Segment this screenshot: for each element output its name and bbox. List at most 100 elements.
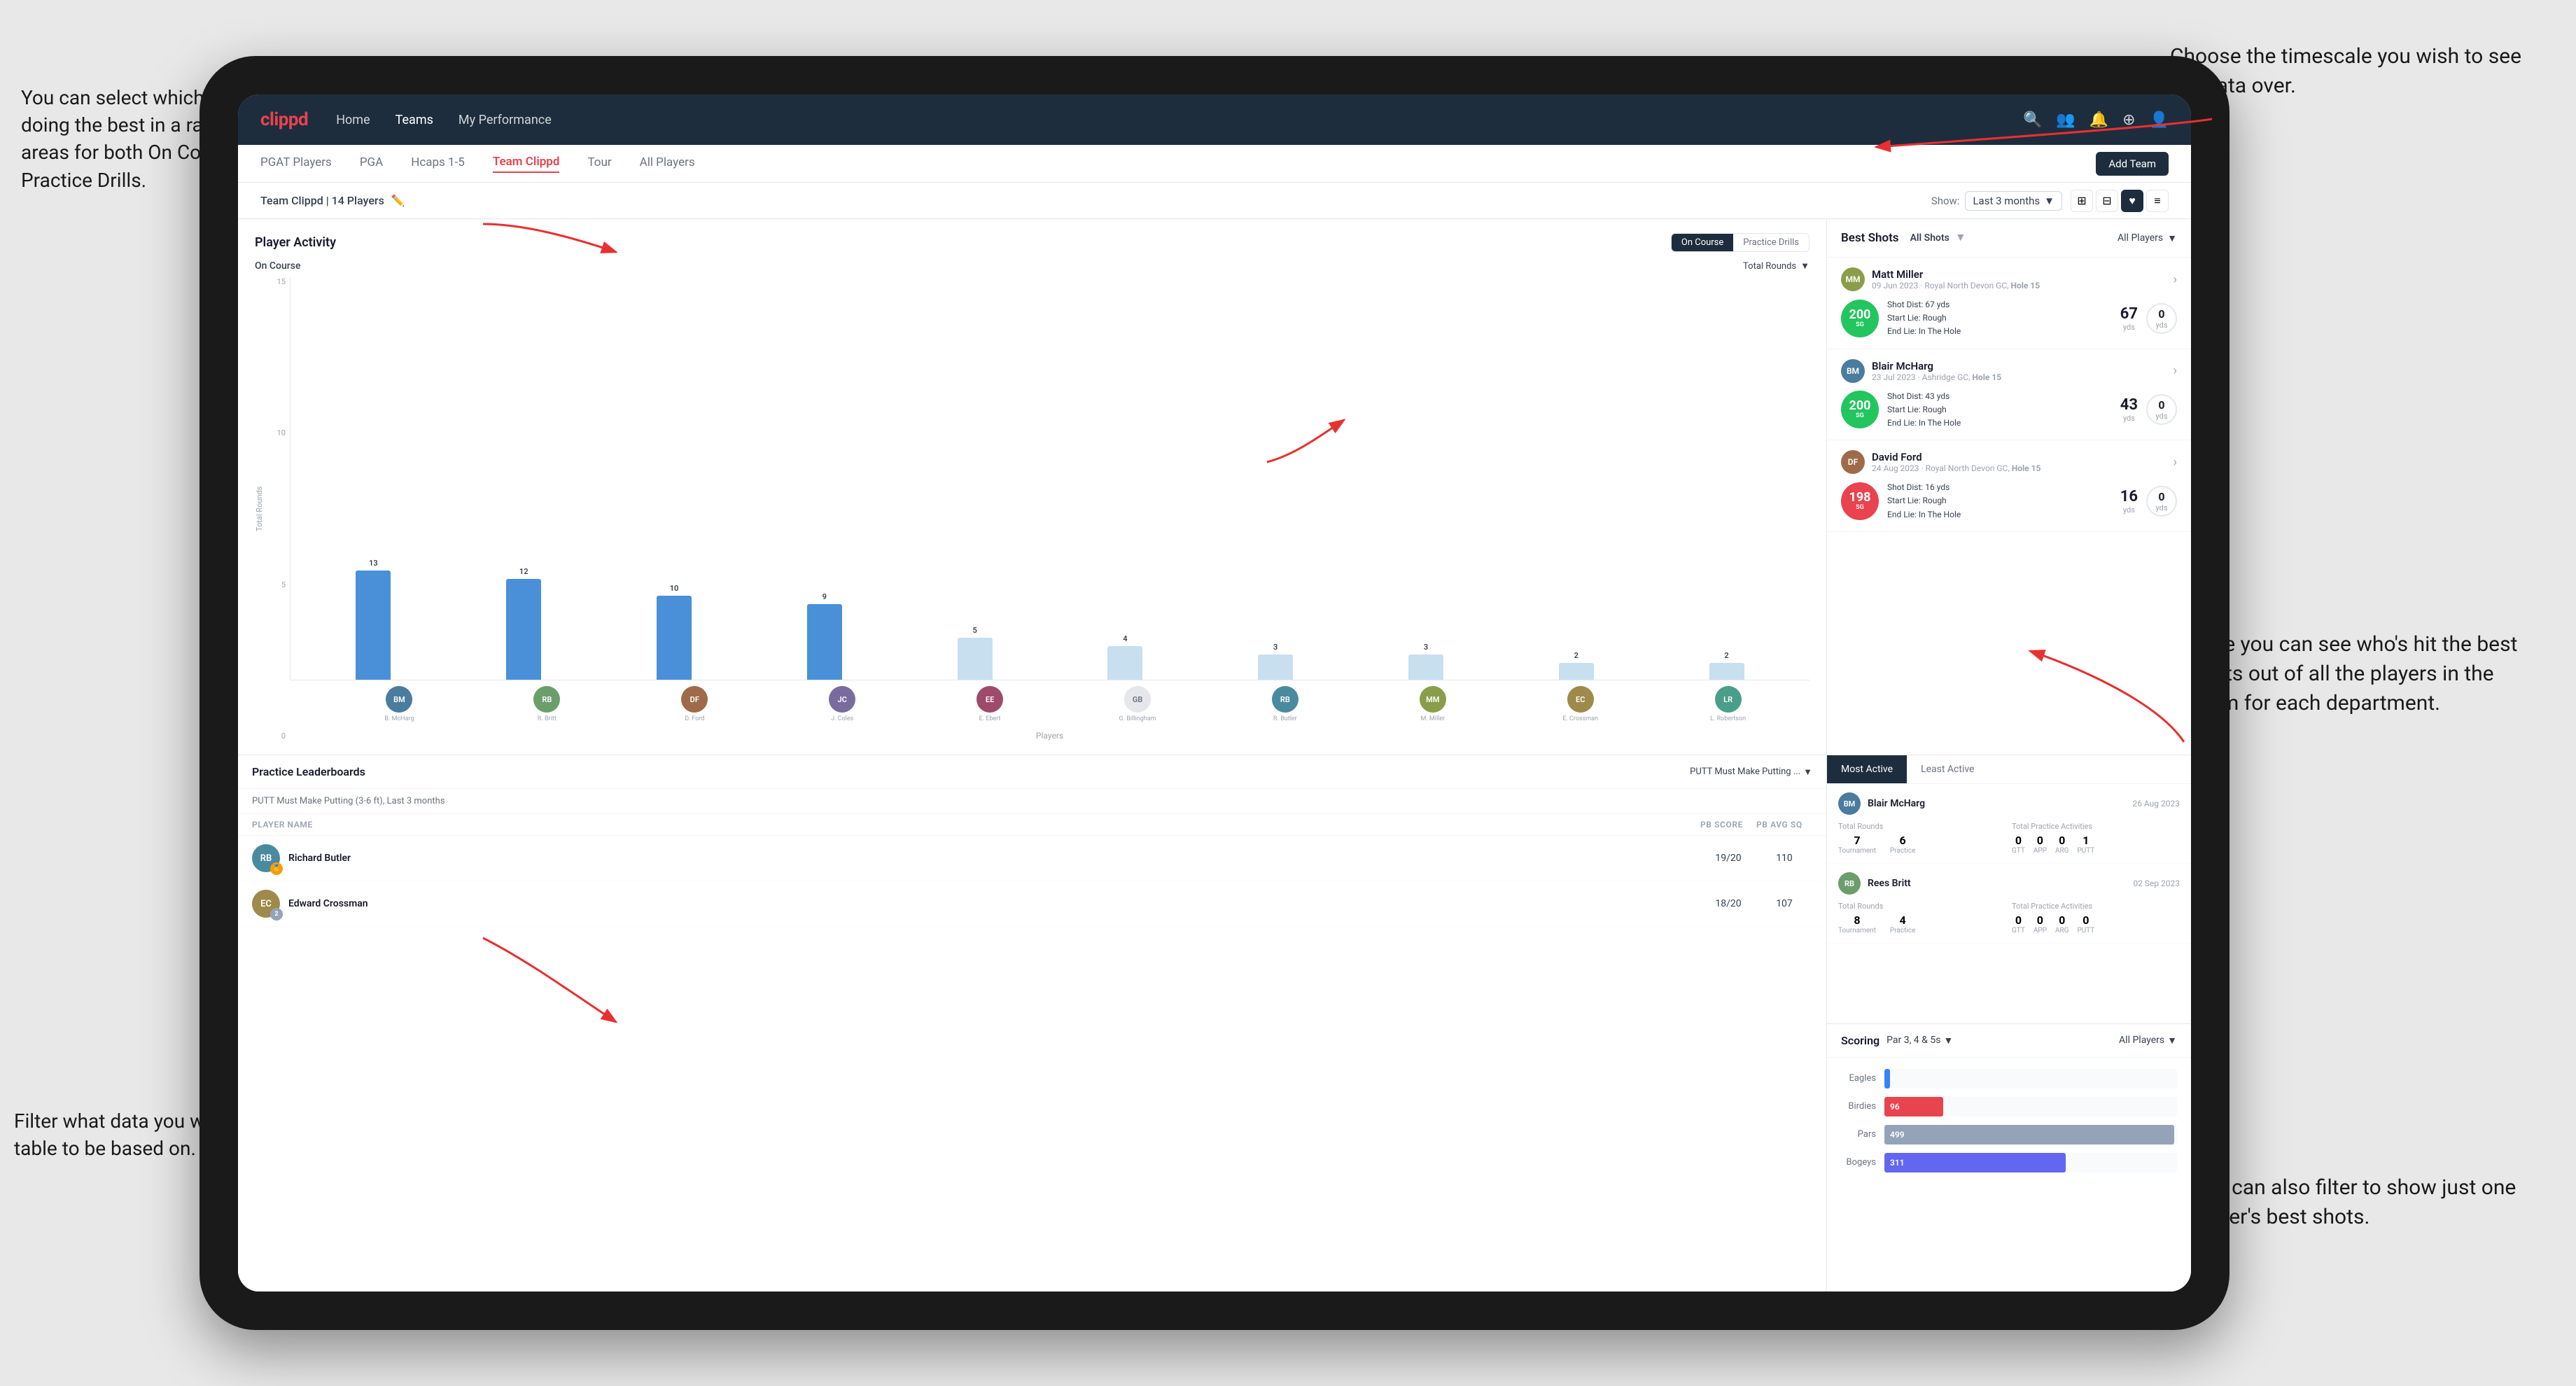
tab-tour[interactable]: Tour <box>587 155 611 172</box>
annotation-bottom-right-1: Here you can see who's hit the best shot… <box>2191 630 2541 718</box>
practice-subtitle: PUTT Must Make Putting (3-6 ft), Last 3 … <box>238 789 1826 814</box>
tab-all-players[interactable]: All Players <box>640 155 695 172</box>
bars-container: 13 12 10 <box>290 277 1809 680</box>
shot-card-2[interactable]: BM Blair McHarg 23 Jul 2023 · Ashridge G… <box>1827 349 2191 441</box>
chevron-down-icon: ▼ <box>1803 766 1812 778</box>
list-view-button[interactable]: ≡ <box>2146 190 2169 212</box>
chevron-right-icon-2: › <box>2174 363 2177 378</box>
practice-title: Practice Leaderboards <box>252 765 365 778</box>
activity-title: Player Activity <box>255 235 336 250</box>
practice-drills-tab[interactable]: Practice Drills <box>1733 234 1809 251</box>
most-active-panel: Most Active Least Active BM Blair McHarg… <box>1827 755 2191 1024</box>
scoring-header: Scoring Par 3, 4 & 5s ▼ All Players ▼ <box>1827 1024 2191 1058</box>
shots-title: Best Shots <box>1841 231 1899 245</box>
plus-circle-icon[interactable]: ⊕ <box>2122 111 2135 129</box>
activity-panel-header: Player Activity On Course Practice Drill… <box>255 233 1809 252</box>
activity-tab-pills: On Course Practice Drills <box>1671 233 1809 252</box>
most-active-tab[interactable]: Most Active <box>1827 755 1907 783</box>
shot-card-1[interactable]: MM Matt Miller 09 Jun 2023 · Royal North… <box>1827 258 2191 349</box>
view-icons: ⊞ ⊟ ♥ ≡ <box>2071 190 2169 212</box>
scoring-dropdown[interactable]: Par 3, 4 & 5s ▼ <box>1886 1035 1953 1046</box>
nav-items: Home Teams My Performance <box>336 113 2023 127</box>
scoring-eagles-row: Eagles 3 <box>1841 1069 2177 1088</box>
bar-group-8: 3 <box>1357 643 1495 680</box>
grid2-view-button[interactable]: ⊟ <box>2096 190 2118 212</box>
shots-toggle: All Shots ▼ <box>1905 230 1966 246</box>
tab-hcaps[interactable]: Hcaps 1-5 <box>411 155 465 172</box>
shots-header: Best Shots All Shots ▼ All Players ▼ <box>1827 219 2191 258</box>
nav-item-teams[interactable]: Teams <box>396 113 433 127</box>
scoring-birdies-row: Birdies 96 <box>1841 1097 2177 1116</box>
scoring-chart: Eagles 3 Birdies <box>1827 1058 2191 1292</box>
bar-group-10: 2 <box>1658 651 1795 680</box>
annotation-bottom-right-2: You can also filter to show just one pla… <box>2191 1173 2541 1232</box>
tablet-screen: clippd Home Teams My Performance 🔍 👥 🔔 ⊕… <box>238 94 2191 1292</box>
bar-group-7: 3 <box>1207 643 1345 680</box>
scoring-player-filter[interactable]: All Players ▼ <box>2119 1035 2177 1046</box>
all-shots-btn[interactable]: All Shots <box>1905 230 1955 246</box>
chart-container: Total Rounds 15 10 5 0 <box>255 277 1809 741</box>
practice-dropdown[interactable]: PUTT Must Make Putting ... ▼ <box>1690 766 1812 778</box>
chevron-right-icon-3: › <box>2174 455 2177 470</box>
chevron-right-icon: › <box>2174 272 2177 287</box>
practice-columns: PLAYER NAME PB SCORE PB AVG SQ <box>238 814 1826 836</box>
bar-group-5: 5 <box>906 626 1044 680</box>
main-content: Player Activity On Course Practice Drill… <box>238 219 2191 1292</box>
nav-right: 🔍 👥 🔔 ⊕ 👤 <box>2023 111 2169 129</box>
chevron-down-icon: ▼ <box>2167 1035 2177 1046</box>
activity-item-1: BM Blair McHarg 26 Aug 2023 Total Rounds… <box>1827 784 2191 864</box>
chevron-down-icon: ▼ <box>2044 195 2054 207</box>
chevron-shots-icon: ▼ <box>1955 230 1966 246</box>
scoring-bogeys-row: Bogeys 311 <box>1841 1153 2177 1172</box>
scoring-panel: Scoring Par 3, 4 & 5s ▼ All Players ▼ <box>1827 1024 2191 1292</box>
player-activity-panel: Player Activity On Course Practice Drill… <box>238 219 1827 755</box>
scoring-title: Scoring <box>1841 1034 1879 1047</box>
bell-icon[interactable]: 🔔 <box>2090 111 2108 129</box>
bar-group-1: 13 <box>304 559 442 680</box>
chart-section-title: On Course <box>255 260 300 272</box>
activity-item-2: RB Rees Britt 02 Sep 2023 Total Rounds 8… <box>1827 864 2191 944</box>
tab-pga[interactable]: PGA <box>360 155 383 172</box>
users-icon[interactable]: 👥 <box>2056 111 2075 129</box>
player-row-1[interactable]: RB 🥇 Richard Butler 19/20 110 <box>238 836 1826 881</box>
chevron-down-icon: ▼ <box>2167 232 2177 244</box>
players-axis-label: Players <box>290 731 1809 741</box>
bottom-right-panels: Most Active Least Active BM Blair McHarg… <box>1827 755 2191 1292</box>
heart-view-button[interactable]: ♥ <box>2121 190 2143 212</box>
shots-player-filter[interactable]: All Players ▼ <box>2118 232 2177 244</box>
player-avatars: BM B. McHarg RB R. Britt DF <box>318 680 1809 728</box>
show-label: Show: <box>1931 195 1960 207</box>
bar-group-9: 2 <box>1507 651 1645 680</box>
nav-item-my-performance[interactable]: My Performance <box>458 113 552 127</box>
y-axis-label: Total Rounds <box>255 277 266 741</box>
least-active-tab[interactable]: Least Active <box>1907 755 1988 783</box>
nav-item-home[interactable]: Home <box>336 113 370 127</box>
top-nav: clippd Home Teams My Performance 🔍 👥 🔔 ⊕… <box>238 94 2191 145</box>
bar-group-4: 9 <box>755 592 893 680</box>
bars-area: 13 12 10 <box>290 277 1809 741</box>
show-dropdown[interactable]: Last 3 months ▼ <box>1965 191 2062 211</box>
tablet-frame: clippd Home Teams My Performance 🔍 👥 🔔 ⊕… <box>200 56 2230 1330</box>
on-course-tab[interactable]: On Course <box>1672 234 1733 251</box>
bar-group-3: 10 <box>606 584 743 680</box>
y-axis: 15 10 5 0 <box>269 277 290 741</box>
shot-card-3[interactable]: DF David Ford 24 Aug 2023 · Royal North … <box>1827 440 2191 532</box>
add-team-button[interactable]: Add Team <box>2096 152 2169 176</box>
practice-leaderboards-panel: Practice Leaderboards PUTT Must Make Put… <box>238 755 1827 1292</box>
sub-tabs: PGAT Players PGA Hcaps 1-5 Team Clippd T… <box>238 145 2191 183</box>
edit-icon[interactable]: ✏️ <box>391 194 405 207</box>
practice-header: Practice Leaderboards PUTT Must Make Put… <box>238 755 1826 789</box>
player-row-2[interactable]: EC 2 Edward Crossman 18/20 107 <box>238 881 1826 927</box>
team-header: Team Clippd | 14 Players ✏️ Show: Last 3… <box>238 183 2191 219</box>
tab-pgat-players[interactable]: PGAT Players <box>260 155 332 172</box>
tab-team-clippd[interactable]: Team Clippd <box>493 155 560 173</box>
search-icon[interactable]: 🔍 <box>2023 111 2042 129</box>
chevron-down-icon: ▼ <box>1943 1035 1953 1046</box>
user-avatar-icon[interactable]: 👤 <box>2150 111 2169 129</box>
grid-view-button[interactable]: ⊞ <box>2071 190 2093 212</box>
nav-logo: clippd <box>260 109 308 130</box>
most-active-header: Most Active Least Active <box>1827 755 2191 784</box>
chart-dropdown[interactable]: Total Rounds ▼ <box>1743 260 1809 272</box>
bar-group-2: 12 <box>455 567 593 680</box>
team-name: Team Clippd | 14 Players <box>260 194 384 207</box>
